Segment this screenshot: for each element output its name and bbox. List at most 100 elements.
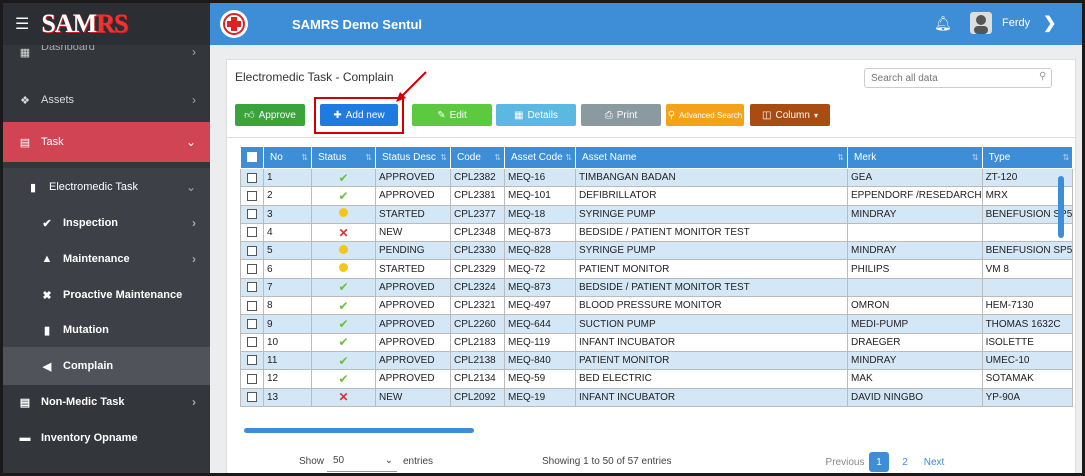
sidebar-item-mutation[interactable]: ▮ Mutation <box>3 311 210 349</box>
row-checkbox[interactable] <box>240 350 264 371</box>
cell-no: 9 <box>263 314 312 334</box>
row-checkbox[interactable] <box>240 259 264 279</box>
chevron-right-icon: › <box>192 395 196 409</box>
cell-no: 1 <box>263 167 312 188</box>
entries-select[interactable]: 50 ⌄ <box>327 452 397 472</box>
table-row[interactable]: 7 ✔ APPROVED CPL2324 MEQ-873 BEDSIDE / PATIEN… <box>240 277 1074 298</box>
previous-page-button[interactable]: Previous <box>825 452 865 472</box>
cell-merk: OMRON <box>847 296 983 316</box>
cell-status <box>311 241 376 261</box>
column-header[interactable]: Status Desc ⇅ <box>375 146 451 169</box>
sidebar-item-maintenance[interactable]: ▲ Maintenance › <box>3 240 210 278</box>
horizontal-scrollbar[interactable] <box>244 428 474 433</box>
sidebar-item-dashboard[interactable]: ▦ Dashboard › <box>3 45 210 59</box>
column-header[interactable]: Status ⇅ <box>311 146 376 169</box>
sidebar: ☰ SAMRS ▦ Dashboard › ❖ Assets › ▤ Task … <box>3 3 210 473</box>
cell-type: YP-90A <box>981 387 1074 407</box>
page-title: Electromedic Task - Complain <box>235 70 394 84</box>
table-row[interactable]: 2 ✔ APPROVED CPL2381 MEQ-101 DEFIBRILLATOR EPP… <box>240 186 1074 206</box>
table-row[interactable]: 8 ✔ APPROVED CPL2321 MEQ-497 BLOOD PRESSURE M… <box>240 296 1074 316</box>
advanced-search-button[interactable]: ⚲ Advanced Search <box>666 104 744 126</box>
table-row[interactable]: 11 ✔ APPROVED CPL2138 MEQ-840 PATIENT MONITOR… <box>240 350 1074 371</box>
cell-status: ✔ <box>311 314 376 334</box>
select-all-checkbox[interactable] <box>240 146 264 169</box>
add-new-button[interactable]: ✚ Add new <box>320 104 398 126</box>
cell-status-desc: APPROVED <box>375 296 451 316</box>
sidebar-item-label: Electromedic Task <box>49 181 139 193</box>
sidebar-item-non-medic-task[interactable]: ▤ Non-Medic Task › <box>3 383 210 421</box>
search-input[interactable] <box>864 68 1052 88</box>
table-row[interactable]: 4 ✕ NEW CPL2348 MEQ-873 BEDSIDE / PATIENT MON… <box>240 222 1074 243</box>
cell-status: ✔ <box>311 369 376 389</box>
row-checkbox[interactable] <box>240 332 264 352</box>
row-checkbox[interactable] <box>240 387 264 407</box>
sidebar-item-electromedic-task[interactable]: ▮ Electromedic Task ⌄ <box>3 168 210 206</box>
approve-button[interactable]: 👍︎ Approve <box>235 104 305 126</box>
table-row[interactable]: 13 ✕ NEW CPL2092 MEQ-19 INFANT INCUBATOR DAVID… <box>240 387 1074 407</box>
bell-icon[interactable]: 🔔︎ <box>934 15 952 32</box>
chevron-down-icon: ⌄ <box>384 455 393 466</box>
avatar[interactable] <box>970 12 992 34</box>
cell-code: CPL2330 <box>450 241 505 261</box>
search-icon[interactable]: ⚲ <box>1039 71 1046 82</box>
chevron-right-icon: › <box>192 216 196 230</box>
sidebar-item-label: Non-Medic Task <box>41 396 125 408</box>
table-row[interactable]: 12 ✔ APPROVED CPL2134 MEQ-59 BED ELECTRIC MAK S… <box>240 369 1074 389</box>
cell-asset-name: SYRINGE PUMP <box>575 204 848 224</box>
column-button[interactable]: ◫ Column ▾ <box>750 104 830 126</box>
page-1-button[interactable]: 1 <box>869 452 889 472</box>
sidebar-item-assets[interactable]: ❖ Assets › <box>3 81 210 119</box>
sidebar-item-inspection[interactable]: ✔ Inspection › <box>3 204 210 242</box>
sidebar-item-complain[interactable]: ◀ Complain <box>3 347 210 385</box>
app-frame: ☰ SAMRS ▦ Dashboard › ❖ Assets › ▤ Task … <box>0 0 1085 476</box>
table-row[interactable]: 5 PENDING CPL2330 MEQ-828 SYRINGE PUMP MINDRA… <box>240 241 1074 261</box>
column-header[interactable]: Asset Code ⇅ <box>504 146 576 169</box>
edit-button[interactable]: ✎ Edit <box>412 104 492 126</box>
table-row[interactable]: 6 STARTED CPL2329 MEQ-72 PATIENT MONITOR PHIL… <box>240 259 1074 279</box>
cell-asset-code: MEQ-497 <box>504 296 576 316</box>
table-row[interactable]: 3 STARTED CPL2377 MEQ-18 SYRINGE PUMP MINDRAY… <box>240 204 1074 224</box>
row-checkbox[interactable] <box>240 369 264 389</box>
hamburger-menu-icon[interactable]: ☰ <box>15 14 29 34</box>
table-row[interactable]: 1 ✔ APPROVED CPL2382 MEQ-16 TIMBANGAN BADAN GE… <box>240 167 1074 188</box>
cell-asset-name: PATIENT MONITOR <box>575 350 848 371</box>
row-checkbox[interactable] <box>240 186 264 206</box>
print-button[interactable]: ⎙ Print <box>581 104 661 126</box>
column-header[interactable]: Asset Name ⇅ <box>575 146 848 169</box>
details-button[interactable]: ▦ Details <box>496 104 576 126</box>
cell-type: VM 8 <box>981 259 1074 279</box>
table-row[interactable]: 10 ✔ APPROVED CPL2183 MEQ-119 INFANT INCUBATO… <box>240 332 1074 352</box>
vertical-scrollbar[interactable] <box>1058 176 1064 238</box>
check-icon: ✔ <box>338 298 349 313</box>
next-page-button[interactable]: Next <box>919 452 949 472</box>
cell-merk: MINDRAY <box>847 204 983 224</box>
row-checkbox[interactable] <box>240 314 264 334</box>
tools-icon: ✖ <box>42 289 52 302</box>
cell-status <box>311 259 376 279</box>
cell-status <box>311 204 376 224</box>
table-row[interactable]: 9 ✔ APPROVED CPL2260 MEQ-644 SUCTION PUMP MEDI… <box>240 314 1074 334</box>
sidebar-item-task[interactable]: ▤ Task ⌄ <box>3 122 210 162</box>
sidebar-item-proactive-maintenance[interactable]: ✖ Proactive Maintenance <box>3 276 210 314</box>
cell-status-desc: APPROVED <box>375 277 451 298</box>
row-checkbox[interactable] <box>240 277 264 298</box>
row-checkbox[interactable] <box>240 204 264 224</box>
row-checkbox[interactable] <box>240 296 264 316</box>
show-label: Show <box>299 456 325 467</box>
column-header[interactable]: No ⇅ <box>263 146 312 169</box>
row-checkbox[interactable] <box>240 241 264 261</box>
cell-status-desc: APPROVED <box>375 350 451 371</box>
sidebar-item-label: Dashboard <box>41 45 95 53</box>
user-name[interactable]: Ferdy <box>1002 17 1030 29</box>
row-checkbox[interactable] <box>240 222 264 243</box>
sidebar-item-label: Proactive Maintenance <box>63 289 183 301</box>
page-2-button[interactable]: 2 <box>895 452 915 472</box>
columns-icon: ◫ <box>762 109 772 121</box>
chevron-right-icon[interactable]: ❯ <box>1043 13 1056 33</box>
sidebar-item-inventory-opname[interactable]: ▬ Inventory Opname <box>3 419 210 457</box>
column-header[interactable]: Merk ⇅ <box>847 146 983 169</box>
column-header[interactable]: Code ⇅ <box>450 146 505 169</box>
cell-status-desc: APPROVED <box>375 314 451 334</box>
column-header[interactable]: Type ⇅ <box>981 146 1074 169</box>
row-checkbox[interactable] <box>240 167 264 188</box>
